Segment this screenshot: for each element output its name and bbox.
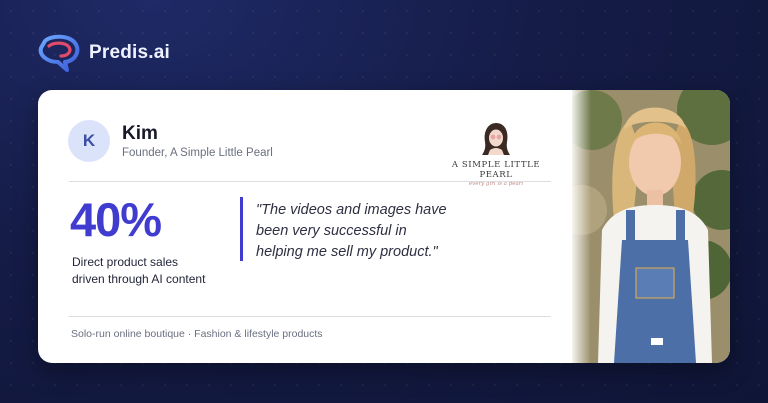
business-description: Solo-run online boutique · Fashion & lif… — [71, 328, 323, 340]
customer-name: Kim — [122, 123, 158, 144]
top-divider — [69, 181, 551, 182]
avatar: K — [68, 120, 110, 162]
testimonial-card: K Kim Founder, A Simple Little Pearl A S… — [38, 90, 730, 363]
brand-name: Predis.ai — [89, 42, 171, 63]
quote-accent-bar — [240, 197, 243, 261]
bottom-divider — [69, 316, 551, 317]
stat-caption: Direct product sales driven through AI c… — [72, 255, 206, 286]
brand-header[interactable]: Predis.ai — [37, 33, 170, 73]
woman-silhouette-logo-icon — [482, 123, 510, 155]
company-logo: A SIMPLE LITTLE PEARL every girl is a pe… — [436, 120, 556, 187]
testimonial-quote: "The videos and images have been very su… — [256, 202, 447, 261]
chat-bubble-logo-icon — [38, 34, 80, 72]
customer-role: Founder, A Simple Little Pearl — [122, 147, 273, 159]
stat-value: 40% — [70, 193, 162, 246]
company-logo-title: A SIMPLE LITTLE PEARL — [451, 160, 541, 180]
customer-photo — [572, 90, 730, 363]
